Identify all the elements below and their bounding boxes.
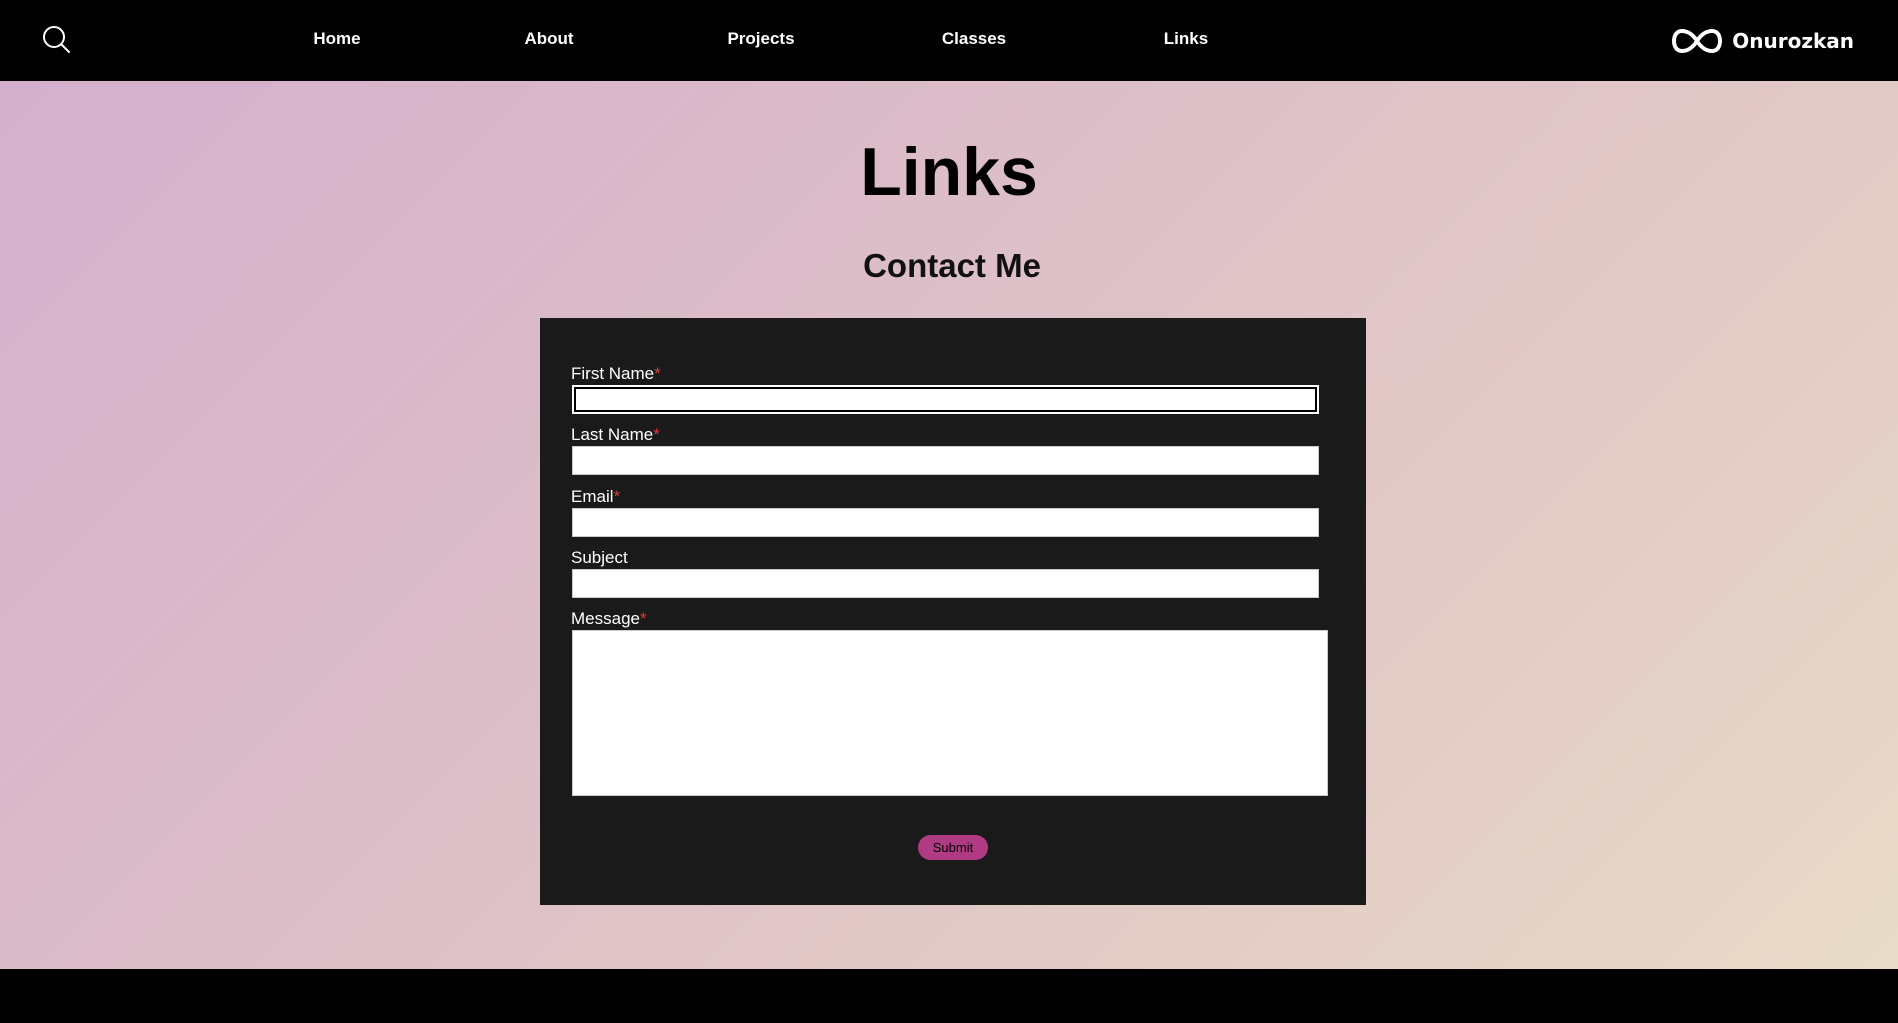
first-name-input[interactable] (572, 385, 1319, 414)
required-mark: * (654, 364, 661, 383)
main-content: Links Contact Me First Name* Last Name* … (0, 81, 1898, 969)
brand-name: Onurozkan (1732, 29, 1854, 53)
required-mark: * (613, 487, 621, 506)
main-nav: Home About Projects Classes Links (0, 0, 1898, 81)
nav-item-links[interactable]: Links (1126, 29, 1246, 49)
brand-logo-link[interactable]: Onurozkan (1672, 24, 1854, 58)
email-label: Email* (571, 487, 621, 506)
nav-item-projects[interactable]: Projects (701, 29, 821, 49)
first-name-label: First Name* (571, 364, 661, 383)
subject-label: Subject (571, 548, 628, 567)
email-input[interactable] (572, 508, 1319, 537)
subject-input[interactable] (572, 569, 1319, 598)
last-name-label: Last Name* (571, 425, 660, 444)
submit-button[interactable]: Submit (918, 835, 988, 860)
nav-item-classes[interactable]: Classes (914, 29, 1034, 49)
footer (0, 969, 1898, 1023)
section-title: Contact Me (863, 247, 1041, 284)
required-mark: * (639, 609, 647, 628)
infinity-icon (1672, 28, 1723, 54)
message-label: Message* (571, 609, 647, 628)
nav-item-home[interactable]: Home (277, 29, 397, 49)
required-mark: * (653, 425, 660, 444)
nav-item-about[interactable]: About (489, 29, 609, 49)
top-navigation-bar: Home About Projects Classes Links Onuroz… (0, 0, 1898, 81)
message-textarea[interactable] (572, 630, 1328, 796)
contact-form: First Name* Last Name* Email* Subject Me… (540, 318, 1366, 905)
page-title: Links (860, 134, 1038, 210)
last-name-input[interactable] (572, 446, 1319, 475)
